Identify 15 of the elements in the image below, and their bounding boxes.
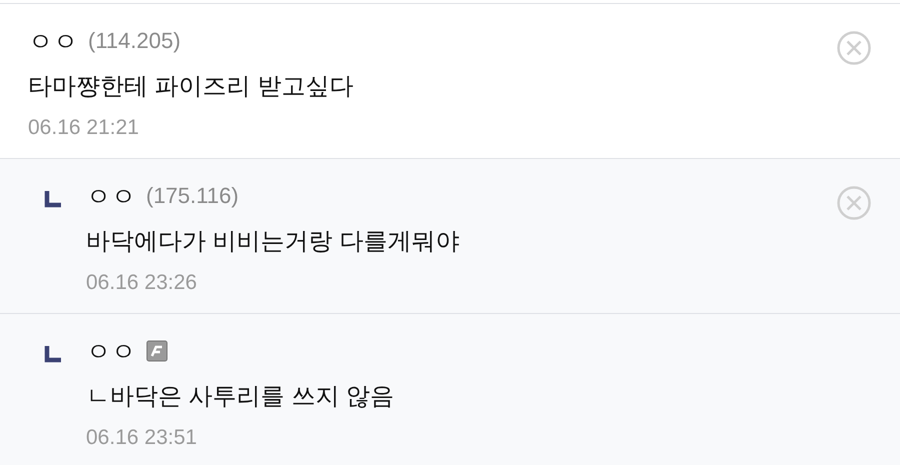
delete-button[interactable] xyxy=(836,30,872,66)
nickname: ㅇㅇ xyxy=(28,26,78,58)
ip-address: (175.116) xyxy=(146,183,239,209)
comment-text: 바닥에다가 비비는거랑 다를게뭐야 xyxy=(86,227,460,257)
comment-date: 06.16 23:51 xyxy=(86,426,198,450)
reply-indent-icon xyxy=(44,344,64,364)
nickname: ㅇㅇ xyxy=(86,182,136,212)
comment-text: 타마쨩한테 파이즈리 받고싶다 xyxy=(28,72,354,102)
comment-text: ㄴ바닥은 사투리를 쓰지 않음 xyxy=(86,382,396,412)
nickname: ㅇㅇ xyxy=(86,336,136,368)
ip-address: (114.205) xyxy=(88,28,181,54)
reply-indent-icon xyxy=(44,189,64,209)
delete-button[interactable] xyxy=(836,185,872,221)
comment-date: 06.16 21:21 xyxy=(28,116,140,140)
comment-date: 06.16 23:26 xyxy=(86,271,198,295)
